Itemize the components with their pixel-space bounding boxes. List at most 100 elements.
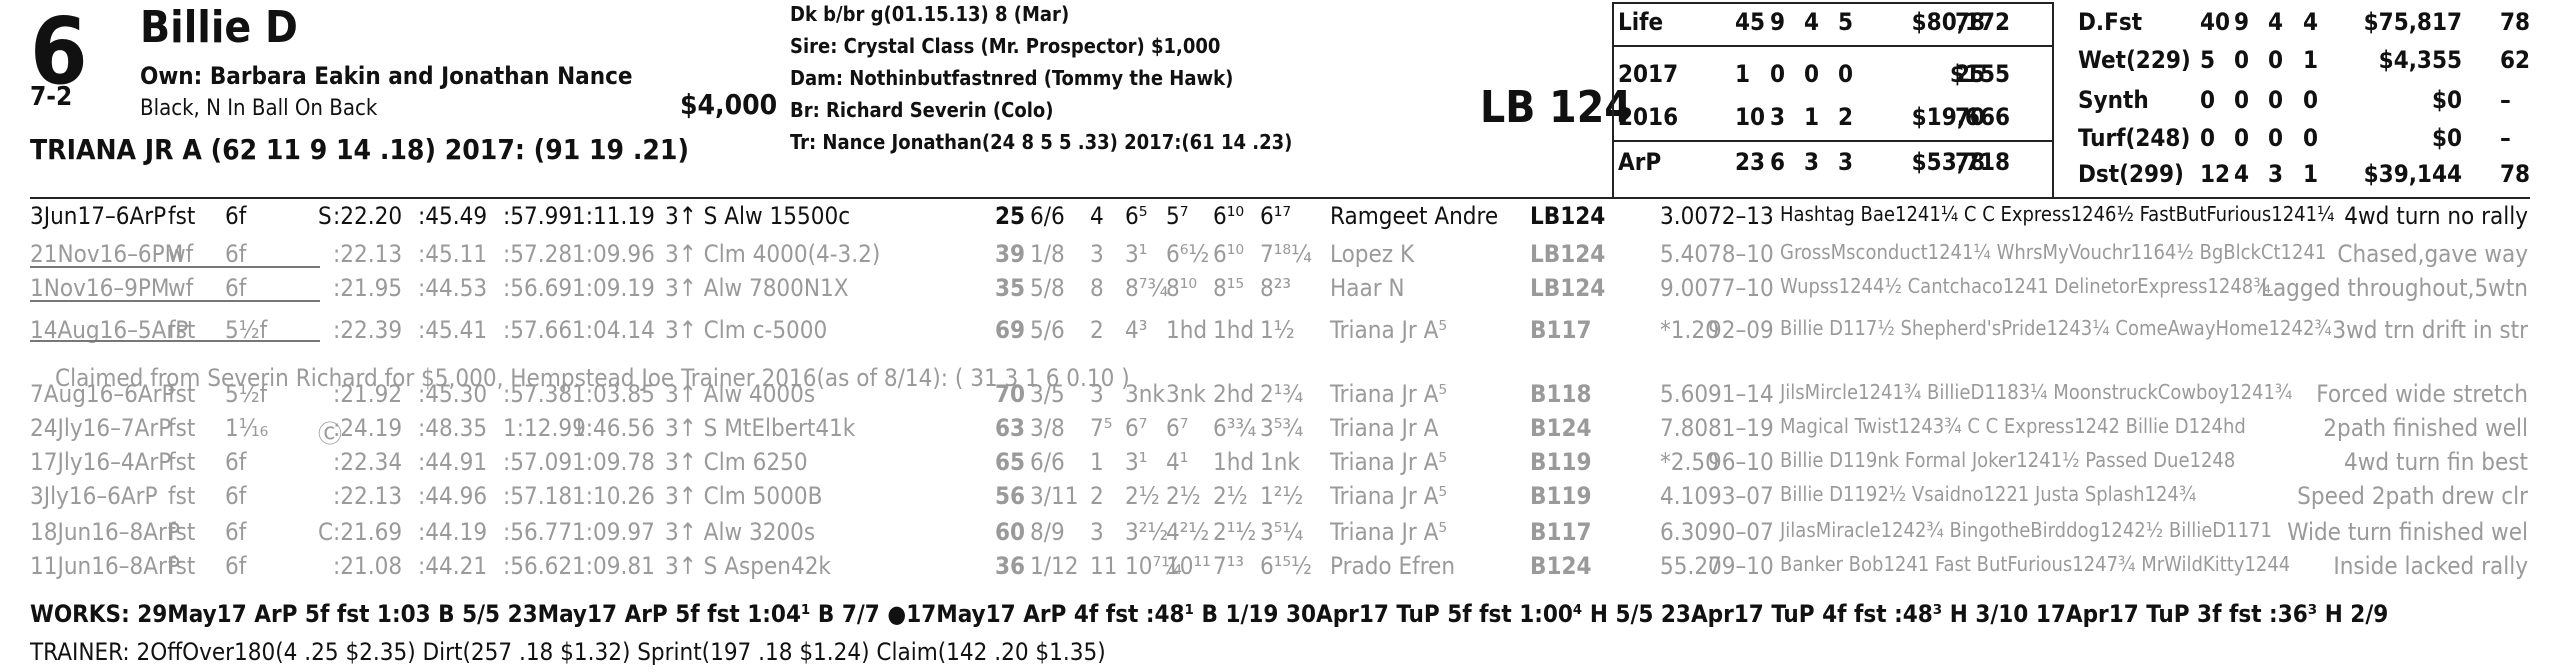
stats-left-cell: Life	[1618, 8, 1664, 36]
divider	[30, 197, 2530, 199]
race-ep: 92–09	[1708, 316, 1774, 344]
stats-left-cell: 3	[1770, 103, 1786, 131]
race-comment: 2path finished well	[2323, 414, 2528, 442]
race-fin: 1:11.19	[572, 202, 655, 230]
stats-left-cell: $155	[1949, 60, 2010, 88]
race-ep: 78–10	[1708, 240, 1774, 268]
race-trk: fst	[168, 518, 196, 546]
race-c2: 6⁶½	[1166, 240, 1210, 268]
race-date: 24Jly16–7ArP	[30, 414, 172, 442]
stats-right-cell: 9	[2234, 8, 2250, 36]
race-c2: 10¹¹	[1166, 552, 1211, 580]
race-f2: :45.11	[418, 240, 488, 268]
race-c3: 2½	[1213, 482, 1248, 510]
pedigree-sire: Sire: Crystal Class (Mr. Prospector) $1,…	[790, 34, 1221, 58]
race-cls: 3↑ S Alw 15500c	[665, 202, 851, 230]
stats-right-cell: 4	[2303, 8, 2319, 36]
race-date: 1Nov16–9PM	[30, 274, 170, 302]
race-c3: 1hd	[1213, 448, 1255, 476]
race-jockey: Triana Jr A⁵	[1330, 380, 1448, 408]
race-trk: wf	[168, 240, 194, 268]
stats-border	[1612, 2, 2052, 4]
race-st: 8	[1090, 274, 1104, 302]
stats-left-cell: 78	[1955, 148, 1986, 176]
race-f3: :57.66	[503, 316, 573, 344]
race-bsf: 35	[995, 274, 1026, 302]
race-f2: :45.49	[418, 202, 488, 230]
race-comp: Hashtag Bae1241¼ C C Express1246½ FastBu…	[1780, 202, 2335, 226]
race-fin: 1:09.97	[572, 518, 655, 546]
stats-right-cell: 4	[2268, 8, 2284, 36]
race-f3: :56.62	[503, 552, 573, 580]
stats-right-cell: Synth	[2078, 86, 2149, 114]
stats-right-cell: 0	[2268, 124, 2284, 152]
race-jockey: Haar N	[1330, 274, 1405, 302]
race-dist: 6f	[225, 482, 247, 510]
stats-right-cell: 78	[2500, 8, 2531, 36]
weight-label: LB 124	[1480, 82, 1632, 133]
race-cls: 3↑ S MtElbert41k	[665, 414, 856, 442]
stats-right-cell: $0	[2431, 124, 2462, 152]
race-cls: 3↑ Alw 7800N1X	[665, 274, 849, 302]
row-divider	[30, 266, 320, 268]
stats-right-cell: 0	[2268, 86, 2284, 114]
stats-border	[1612, 140, 2052, 142]
stats-left-cell: 0	[1804, 60, 1820, 88]
race-fin: 1:09.78	[572, 448, 655, 476]
stats-right-cell: 4	[2234, 160, 2250, 188]
stats-right-cell: 1	[2303, 46, 2319, 74]
race-med: B124	[1530, 552, 1592, 580]
stats-left-cell: 0	[1770, 60, 1786, 88]
race-f1: :22.34	[333, 448, 403, 476]
stats-right-cell: –	[2500, 124, 2511, 152]
race-jockey: Triana Jr A⁵	[1330, 482, 1448, 510]
race-c1: 2½	[1125, 482, 1160, 510]
race-f2: :44.19	[418, 518, 488, 546]
owner-line: Own: Barbara Eakin and Jonathan Nance	[140, 62, 633, 90]
row-divider	[30, 340, 320, 342]
race-comment: Inside lacked rally	[2333, 552, 2528, 580]
race-c4: 1²½	[1260, 482, 1304, 510]
race-odds: 7.80	[1660, 414, 1709, 442]
race-c2: 4¹	[1166, 448, 1189, 476]
race-pp: 3/11	[1030, 482, 1079, 510]
race-f3: :57.28	[503, 240, 573, 268]
race-f2: :44.53	[418, 274, 488, 302]
stats-right-cell: $75,817	[2363, 8, 2462, 36]
race-dist: 6f	[225, 552, 247, 580]
race-ep: 77–10	[1708, 274, 1774, 302]
race-c2: 4²½	[1166, 518, 1210, 546]
race-odds: 9.00	[1660, 274, 1709, 302]
pedigree-dam: Dam: Nothinbutfastnred (Tommy the Hawk)	[790, 66, 1234, 90]
race-c1: 8⁷¾	[1125, 274, 1169, 302]
race-jockey: Triana Jr A⁵	[1330, 518, 1448, 546]
race-st: 11	[1090, 552, 1118, 580]
race-s: S	[318, 202, 332, 230]
race-ep: 90–07	[1708, 518, 1774, 546]
race-odds: 4.10	[1660, 482, 1709, 510]
stats-right-cell: 1	[2303, 160, 2319, 188]
race-pp: 6/6	[1030, 448, 1065, 476]
race-row: 1Nov16–9PM wf 6f:21.95:44.53:56.69 1:09.19 3…	[0, 274, 2550, 304]
stats-right-cell: 0	[2200, 86, 2216, 114]
race-ep: 93–07	[1708, 482, 1774, 510]
pedigree-trainer: Tr: Nance Jonathan(24 8 5 5 .33) 2017:(6…	[790, 130, 1293, 154]
race-row: 3Jly16–6ArP fst 6f:22.13:44.96:57.18 1:10.2…	[0, 482, 2550, 512]
race-st: 1	[1090, 448, 1104, 476]
pedigree-color-age: Dk b/br g(01.15.13) 8 (Mar)	[790, 2, 1070, 26]
stats-left-cell: 45	[1735, 8, 1766, 36]
stats-right-cell: 78	[2500, 160, 2531, 188]
race-ep: 91–14	[1708, 380, 1774, 408]
race-date: 18Jun16–8ArP	[30, 518, 180, 546]
stats-right-cell: 0	[2234, 46, 2250, 74]
race-comp: Banker Bob1241 Fast ButFurious1247¾ MrWi…	[1780, 552, 2291, 576]
race-f3: :57.09	[503, 448, 573, 476]
race-med: B119	[1530, 482, 1592, 510]
race-c3: 7¹³	[1213, 552, 1245, 580]
race-cls: 3↑ Clm 5000B	[665, 482, 823, 510]
stats-left-cell: 4	[1804, 8, 1820, 36]
race-med: B124	[1530, 414, 1592, 442]
race-jockey: Triana Jr A	[1330, 414, 1439, 442]
race-bsf: 25	[995, 202, 1026, 230]
race-trk: fst	[168, 482, 196, 510]
